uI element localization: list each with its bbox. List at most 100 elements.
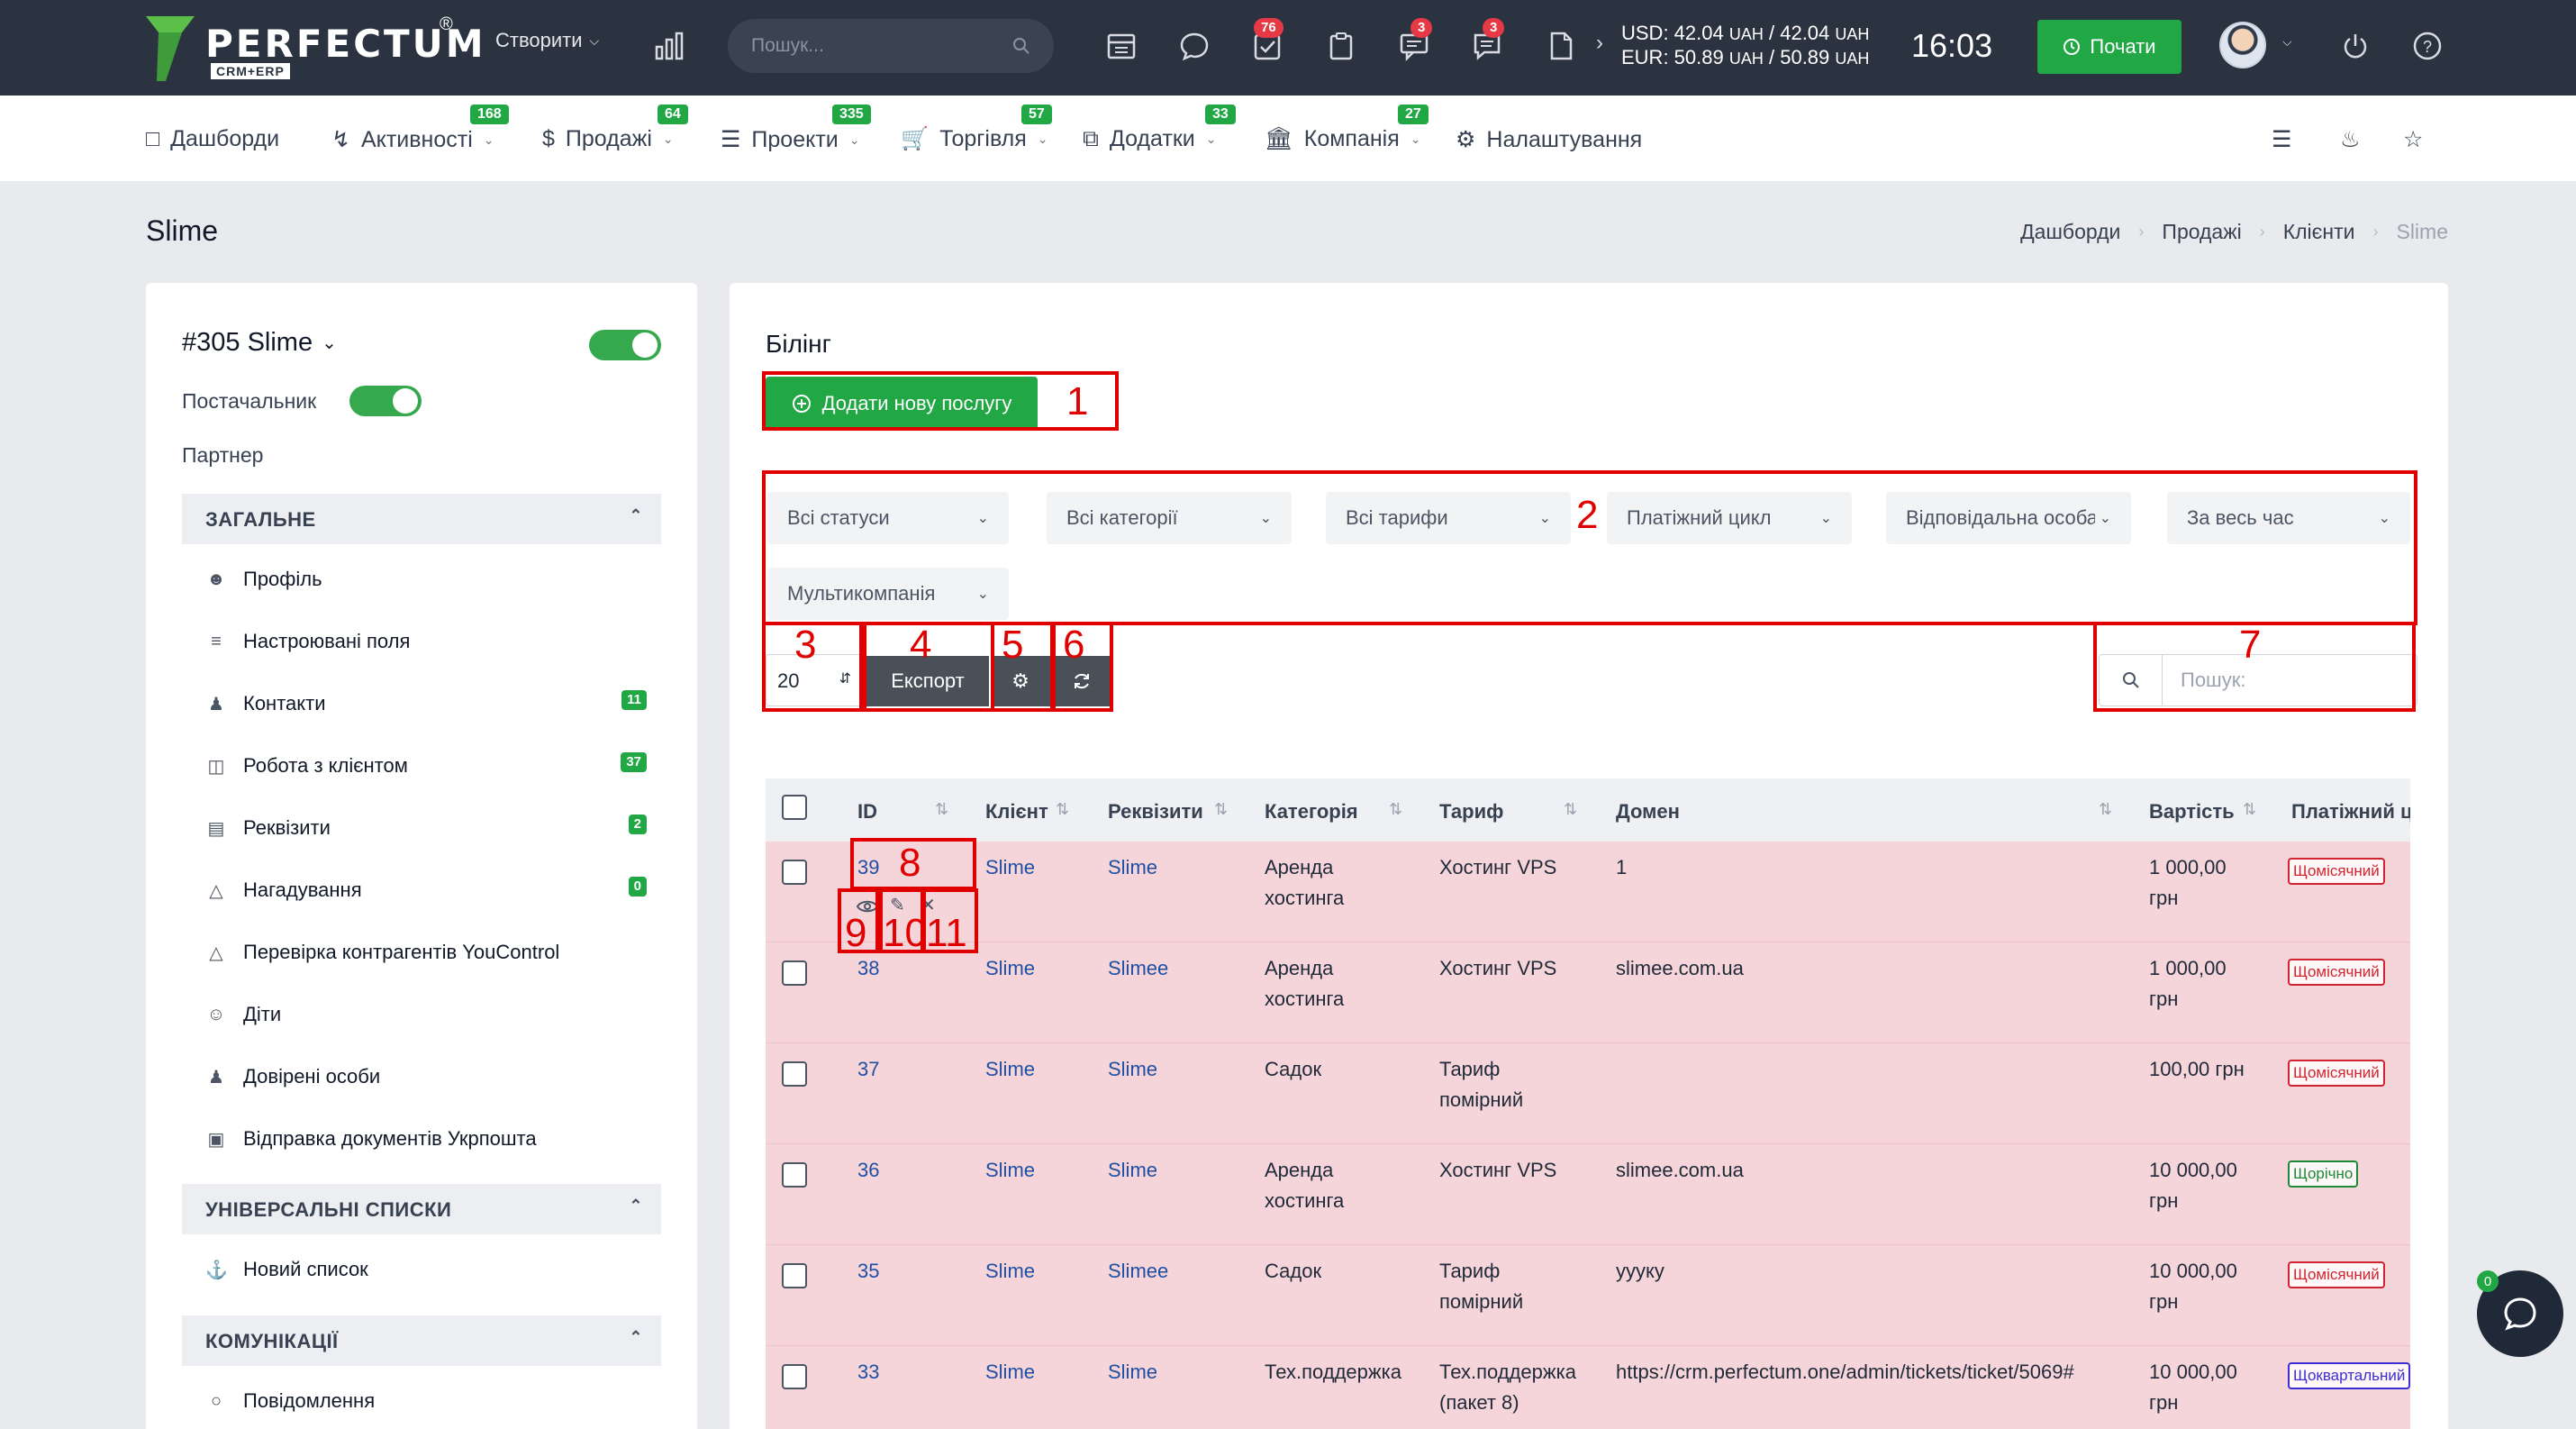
row-client[interactable]: Slime [985, 1256, 1035, 1287]
perfectum-logo[interactable]: PERFECTUM ® CRM+ERP [146, 14, 484, 83]
row-checkbox[interactable] [782, 1263, 807, 1288]
billing-table: ID ⇅ Клієнт ⇅ Реквізити ⇅ Категорія ⇅ Та… [766, 778, 2410, 1429]
sort-icon[interactable]: ⇅ [1389, 800, 1402, 819]
row-requisites[interactable]: Slime [1108, 1054, 1157, 1085]
bar-chart-icon[interactable] [654, 31, 685, 61]
nav-activities[interactable]: ↯ Активності ⌄ [331, 126, 494, 153]
calendar-icon[interactable] [1106, 31, 1137, 61]
column-domain[interactable]: Домен [1616, 800, 1680, 824]
row-id[interactable]: 37 [857, 1054, 879, 1085]
row-id[interactable]: 33 [857, 1357, 879, 1388]
chat-badge: 3 [1410, 18, 1433, 38]
power-icon[interactable] [2340, 31, 2371, 61]
chat-icon [2504, 1297, 2536, 1331]
column-requisites[interactable]: Реквізити [1108, 800, 1203, 824]
sidebar-item-label: Настроювані поля [243, 630, 411, 652]
sort-icon[interactable]: ⇅ [1564, 800, 1577, 819]
nav-sales[interactable]: $ Продажі ⌄ [542, 126, 674, 152]
column-category[interactable]: Категорія [1265, 800, 1358, 824]
start-timer-button[interactable]: Почати [2037, 20, 2181, 74]
row-requisites[interactable]: Slime [1108, 852, 1157, 883]
row-client[interactable]: Slime [985, 1155, 1035, 1186]
sidebar-item-new-list[interactable]: ⚓ Новий список [205, 1258, 656, 1281]
sidebar-item-contacts[interactable]: ♟ Контакти 11 [205, 690, 656, 715]
row-checkbox[interactable] [782, 1364, 807, 1389]
nav-settings[interactable]: ⚙ Налаштування [1456, 126, 1642, 153]
chevron-down-icon: ⌄ [1205, 132, 1217, 146]
chevron-down-icon[interactable]: ⌵ [2282, 34, 2292, 50]
create-menu[interactable]: Створити ⌵ [495, 29, 599, 52]
column-payment-cycle[interactable]: Платіжний цикл [2291, 800, 2410, 824]
sort-icon[interactable]: ⇅ [2243, 800, 2256, 819]
sidebar-item-custom-fields[interactable]: ≡ Настроювані поля [205, 630, 656, 653]
sort-icon[interactable]: ⇅ [935, 800, 948, 819]
row-checkbox[interactable] [782, 860, 807, 885]
row-requisites[interactable]: Slimee [1108, 1256, 1168, 1287]
fire-icon[interactable]: ♨ [2340, 126, 2360, 153]
column-tariff[interactable]: Тариф [1439, 800, 1503, 824]
breadcrumb-clients[interactable]: Клієнти [2283, 220, 2355, 244]
row-requisites[interactable]: Slime [1108, 1357, 1157, 1388]
users-icon: ♟ [208, 694, 224, 714]
sidebar-item-requisites[interactable]: ▤ Реквізити 2 [205, 815, 656, 840]
sidebar-item-reminders[interactable]: △ Нагадування 0 [205, 877, 656, 902]
row-client[interactable]: Slime [985, 1054, 1035, 1085]
sidebar-item-ukrposhta[interactable]: ▣ Відправка документів Укрпошта [205, 1127, 656, 1151]
row-client[interactable]: Slime [985, 953, 1035, 984]
section-communications[interactable]: КОМУНІКАЦІЇ ⌃ [182, 1315, 661, 1366]
breadcrumb-dashboards[interactable]: Дашборди [2020, 220, 2120, 244]
bell-icon: △ [209, 880, 223, 901]
sidebar-item-trusted-persons[interactable]: ♟ Довірені особи [205, 1065, 656, 1088]
comment-icon[interactable] [1179, 31, 1210, 61]
row-tariff: Хостинг VPS [1439, 1159, 1557, 1181]
chevron-down-icon: ⌄ [1410, 132, 1421, 146]
row-id[interactable]: 38 [857, 953, 879, 984]
document-icon[interactable] [1546, 31, 1576, 61]
nav-company[interactable]: 🏛 Компанія ⌄ [1265, 126, 1420, 152]
user-avatar[interactable] [2219, 22, 2266, 68]
column-client[interactable]: Клієнт [985, 800, 1048, 824]
nav-projects[interactable]: ☰ Проекти ⌄ [721, 126, 859, 153]
section-universal-lists-title: УНІВЕРСАЛЬНІ СПИСКИ [205, 1198, 452, 1221]
section-universal-lists[interactable]: УНІВЕРСАЛЬНІ СПИСКИ ⌃ [182, 1184, 661, 1234]
row-id[interactable]: 35 [857, 1256, 879, 1287]
sidebar-item-client-work[interactable]: ◫ Робота з клієнтом 37 [205, 752, 656, 778]
layers-toggle-icon[interactable]: ☰ [2272, 126, 2291, 153]
sidebar-item-youcontrol[interactable]: △ Перевірка контрагентів YouControl [205, 941, 656, 964]
star-icon[interactable]: ☆ [2403, 126, 2423, 153]
breadcrumb-sales[interactable]: Продажі [2162, 220, 2241, 244]
sort-icon[interactable]: ⇅ [1214, 800, 1228, 819]
breadcrumb-current: Slime [2396, 220, 2448, 243]
chevron-right-icon[interactable]: › [1596, 31, 1603, 56]
row-category: Аренда [1265, 1159, 1334, 1181]
row-checkbox[interactable] [782, 1061, 807, 1087]
nav-dashboards-label: Дашборди [170, 126, 280, 151]
row-client[interactable]: Slime [985, 852, 1035, 883]
clock-icon [2064, 39, 2081, 55]
clipboard-icon[interactable] [1326, 31, 1356, 61]
row-requisites[interactable]: Slimee [1108, 953, 1168, 984]
row-price: 100,00 грн [2149, 1058, 2245, 1080]
row-checkbox[interactable] [782, 1162, 807, 1188]
nav-dashboards[interactable]: □ Дашборди [146, 126, 279, 152]
sidebar-item-children[interactable]: ☺ Діти [205, 1003, 656, 1026]
sort-icon[interactable]: ⇅ [2099, 800, 2112, 819]
select-all-checkbox[interactable] [782, 795, 807, 820]
row-id[interactable]: 36 [857, 1155, 879, 1186]
nav-addons[interactable]: ⧉ Додатки ⌄ [1083, 126, 1216, 152]
section-general[interactable]: ЗАГАЛЬНЕ ⌃ [182, 494, 661, 544]
column-price[interactable]: Вартість [2149, 800, 2235, 824]
client-name-dropdown[interactable]: #305 Slime ⌄ [182, 328, 337, 358]
nav-trade[interactable]: 🛒 Торгівля ⌄ [901, 126, 1048, 152]
supplier-toggle[interactable] [349, 386, 422, 416]
global-search-input[interactable]: Пошук... [728, 19, 1054, 73]
row-requisites[interactable]: Slime [1108, 1155, 1157, 1186]
row-checkbox[interactable] [782, 960, 807, 986]
sidebar-item-profile[interactable]: ☻ Профіль [205, 568, 656, 591]
sidebar-item-messages[interactable]: ○ Повідомлення [205, 1389, 656, 1413]
sort-icon[interactable]: ⇅ [1056, 800, 1069, 819]
row-client[interactable]: Slime [985, 1357, 1035, 1388]
column-id[interactable]: ID [857, 800, 877, 824]
client-active-toggle[interactable] [589, 330, 661, 360]
help-icon[interactable]: ? [2412, 31, 2443, 61]
